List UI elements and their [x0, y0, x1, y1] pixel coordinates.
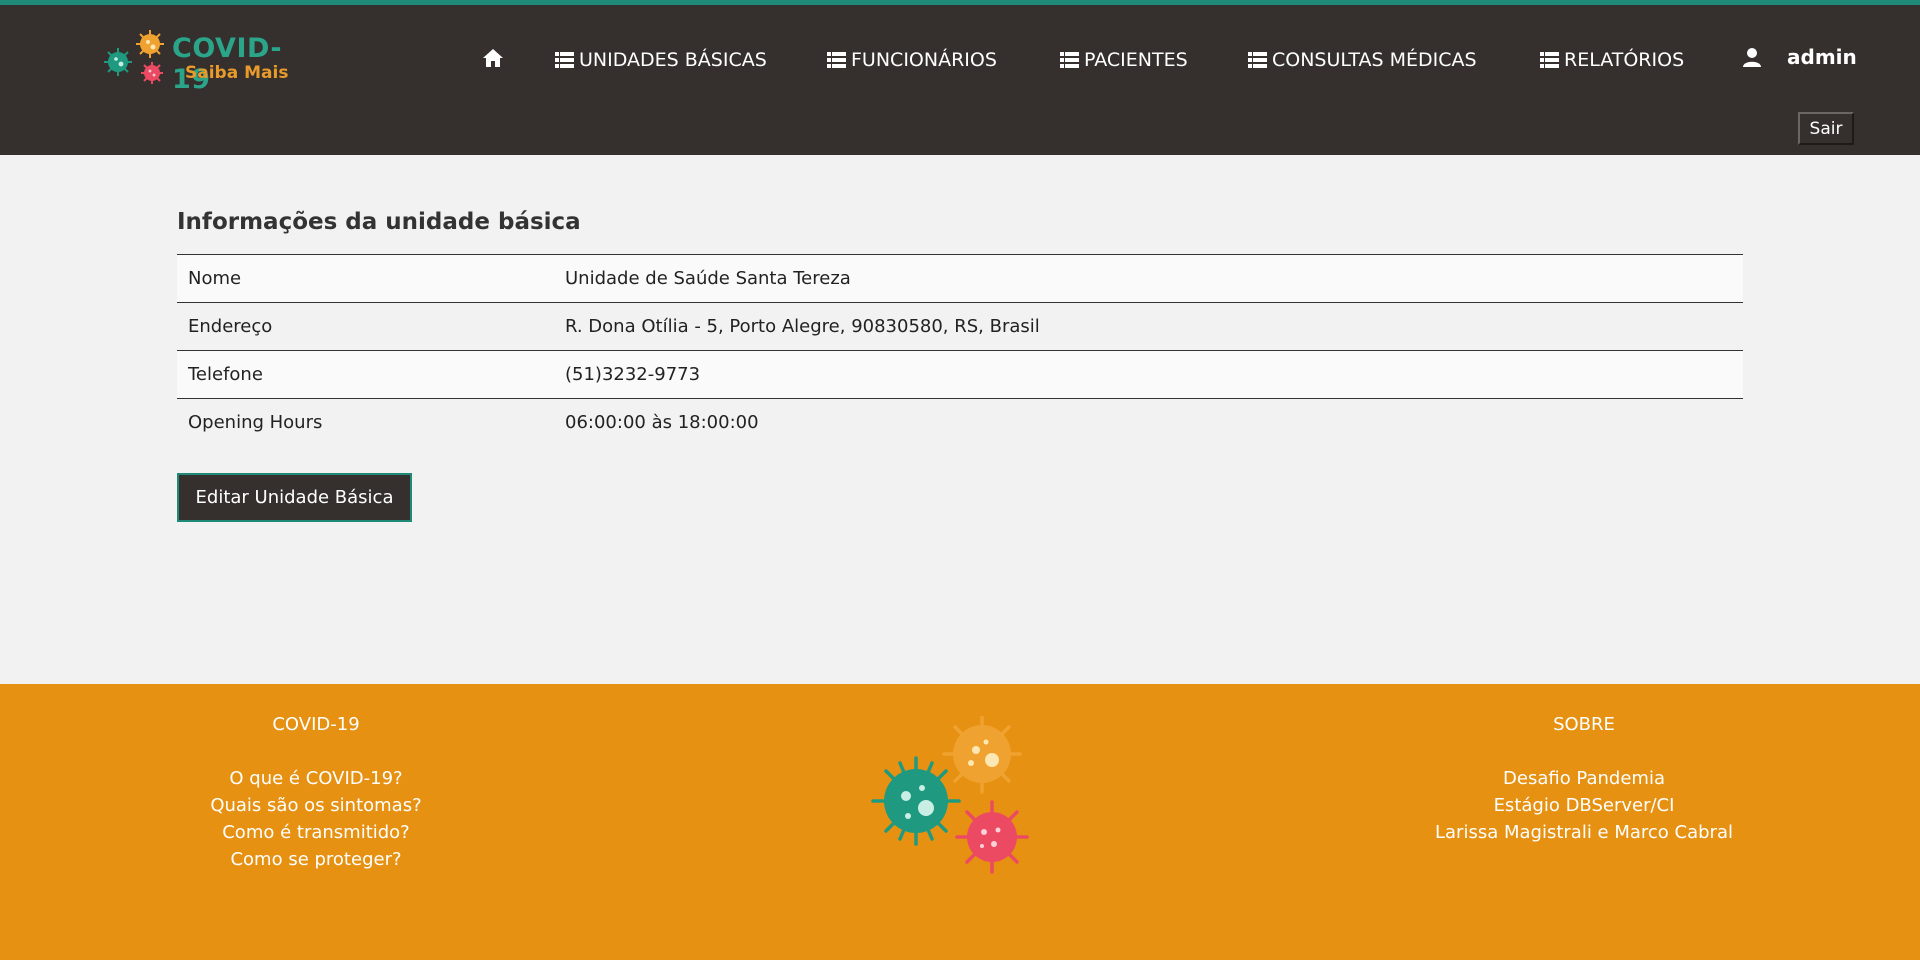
nav-item-funcionarios[interactable]: FUNCIONÁRIOS [827, 45, 997, 75]
logout-button[interactable]: Sair [1798, 112, 1854, 145]
footer-link[interactable]: Como é transmitido? [116, 819, 516, 846]
nav-item-label: PACIENTES [1084, 49, 1188, 71]
brand-subtitle: Saiba Mais [185, 63, 289, 83]
footer: COVID-19 O que é COVID-19? Quais são os … [0, 684, 1920, 960]
nav-item-label: FUNCIONÁRIOS [851, 49, 997, 71]
list-icon [555, 52, 574, 68]
field-value: Unidade de Saúde Santa Tereza [565, 268, 851, 289]
list-icon [1060, 52, 1079, 68]
table-row: Nome Unidade de Saúde Santa Tereza [177, 254, 1743, 303]
footer-link[interactable]: O que é COVID-19? [116, 765, 516, 792]
footer-link[interactable]: Como se proteger? [116, 846, 516, 873]
field-label: Opening Hours [188, 412, 323, 434]
nav-item-label: RELATÓRIOS [1564, 49, 1685, 71]
field-label: Endereço [188, 316, 273, 337]
header: COVID-19 Saiba Mais UNIDADES BÁSICAS FUN… [0, 5, 1920, 155]
field-value: 06:00:00 às 18:00:00 [565, 412, 759, 434]
virus-icon [871, 716, 1029, 874]
footer-covid-column: COVID-19 O que é COVID-19? Quais são os … [116, 714, 516, 873]
footer-sobre-column: SOBRE Desafio Pandemia Estágio DBServer/… [1384, 714, 1784, 846]
edit-unit-button[interactable]: Editar Unidade Básica [177, 473, 412, 522]
info-table: Nome Unidade de Saúde Santa Tereza Ender… [177, 254, 1743, 447]
footer-heading: COVID-19 [272, 714, 360, 735]
brand-logo[interactable]: COVID-19 Saiba Mais [102, 22, 302, 95]
page-title: Informações da unidade básica [177, 209, 581, 235]
footer-link[interactable]: Desafio Pandemia [1384, 765, 1784, 792]
table-row: Endereço R. Dona Otília - 5, Porto Alegr… [177, 302, 1743, 351]
list-icon [827, 52, 846, 68]
list-icon [1540, 52, 1559, 68]
field-label: Telefone [188, 364, 263, 385]
footer-link[interactable]: Quais são os sintomas? [116, 792, 516, 819]
field-label: Nome [188, 268, 242, 289]
nav-item-consultas-medicas[interactable]: CONSULTAS MÉDICAS [1248, 45, 1477, 75]
footer-link[interactable]: Estágio DBServer/CI [1384, 792, 1784, 819]
virus-icon [104, 30, 164, 84]
nav-item-label: UNIDADES BÁSICAS [579, 49, 767, 71]
nav-item-label: CONSULTAS MÉDICAS [1272, 49, 1477, 71]
field-value: R. Dona Otília - 5, Porto Alegre, 908305… [565, 316, 1040, 337]
table-row: Telefone (51)3232-9773 [177, 350, 1743, 399]
nav-item-pacientes[interactable]: PACIENTES [1060, 45, 1188, 75]
home-icon[interactable] [482, 47, 504, 69]
nav-item-relatorios[interactable]: RELATÓRIOS [1540, 45, 1684, 75]
list-icon [1248, 52, 1267, 68]
field-value: (51)3232-9773 [565, 364, 701, 385]
user-icon [1743, 48, 1761, 67]
table-row: Opening Hours 06:00:00 às 18:00:00 [177, 398, 1743, 447]
footer-link[interactable]: Larissa Magistrali e Marco Cabral [1384, 819, 1784, 846]
user-name[interactable]: admin [1787, 45, 1857, 69]
nav-item-unidades-basicas[interactable]: UNIDADES BÁSICAS [555, 45, 767, 75]
footer-heading: SOBRE [1553, 714, 1615, 735]
